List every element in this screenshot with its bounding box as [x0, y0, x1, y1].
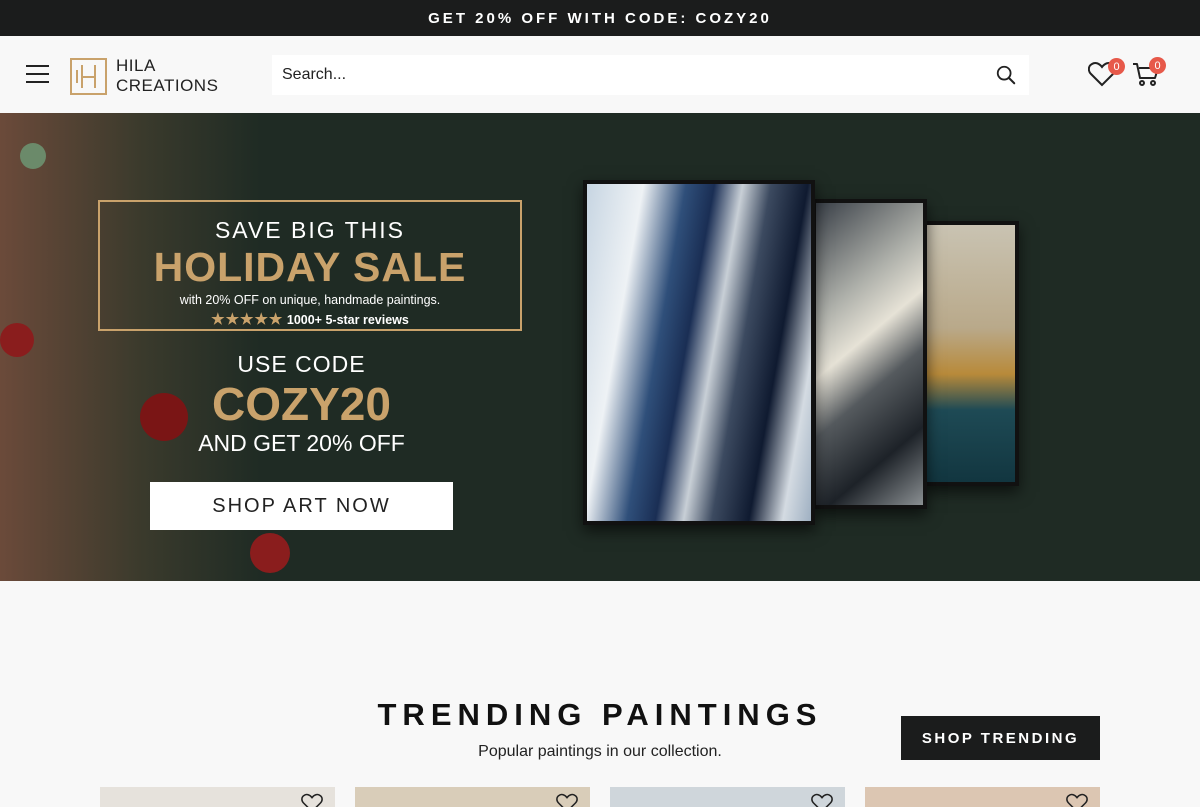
menu-icon[interactable] — [26, 65, 49, 84]
promo-box: SAVE BIG THIS HOLIDAY SALE with 20% OFF … — [98, 200, 522, 331]
product-card[interactable] — [355, 787, 590, 807]
search-icon[interactable] — [995, 64, 1017, 86]
star-rating-icon: ★★★★★ — [211, 311, 284, 328]
logo-mark-icon — [70, 57, 107, 95]
wishlist-count-badge: 0 — [1108, 58, 1125, 75]
shop-trending-button[interactable]: SHOP TRENDING — [901, 716, 1100, 760]
painting-seascape — [922, 221, 1019, 486]
search-input[interactable] — [272, 55, 972, 95]
painting-abstract-blue — [583, 180, 815, 525]
hero-banner[interactable]: SAVE BIG THIS HOLIDAY SALE with 20% OFF … — [0, 113, 1200, 581]
code-outro: AND GET 20% OFF — [198, 430, 405, 456]
painting-abstract-silver — [812, 199, 927, 509]
product-card[interactable] — [865, 787, 1100, 807]
promo-title: HOLIDAY SALE — [153, 244, 467, 290]
code-block: USE CODE COZY20 AND GET 20% OFF — [150, 351, 453, 457]
promo-code: COZY20 — [212, 378, 391, 430]
wishlist-heart-icon[interactable] — [811, 793, 833, 807]
ornament-decoration — [0, 323, 34, 357]
promo-subtitle: with 20% OFF on unique, handmade paintin… — [179, 293, 441, 307]
product-card[interactable] — [100, 787, 335, 807]
wishlist-heart-icon[interactable] — [301, 793, 323, 807]
code-intro: USE CODE — [237, 351, 366, 377]
product-card[interactable] — [610, 787, 845, 807]
ornament-decoration — [20, 143, 46, 169]
ornament-decoration — [250, 533, 290, 573]
shop-art-now-button[interactable]: SHOP ART NOW — [150, 482, 453, 530]
logo-line2: CREATIONS — [116, 76, 219, 95]
logo-line1: HILA — [116, 56, 156, 75]
search-bar — [272, 55, 1029, 95]
cart-button[interactable]: 0 — [1132, 57, 1166, 89]
wishlist-button[interactable]: 0 — [1087, 58, 1125, 89]
announcement-text: GET 20% OFF WITH CODE: COZY20 — [428, 9, 772, 27]
site-logo[interactable]: HILA CREATIONS — [70, 56, 218, 96]
announcement-bar: GET 20% OFF WITH CODE: COZY20 — [0, 0, 1200, 36]
wishlist-heart-icon[interactable] — [556, 793, 578, 807]
reviews-count: 1000+ 5-star reviews — [286, 313, 409, 327]
cart-count-badge: 0 — [1149, 57, 1166, 74]
promo-headline: SAVE BIG THIS — [214, 217, 406, 243]
site-header: HILA CREATIONS — [0, 36, 1200, 113]
wishlist-heart-icon[interactable] — [1066, 793, 1088, 807]
